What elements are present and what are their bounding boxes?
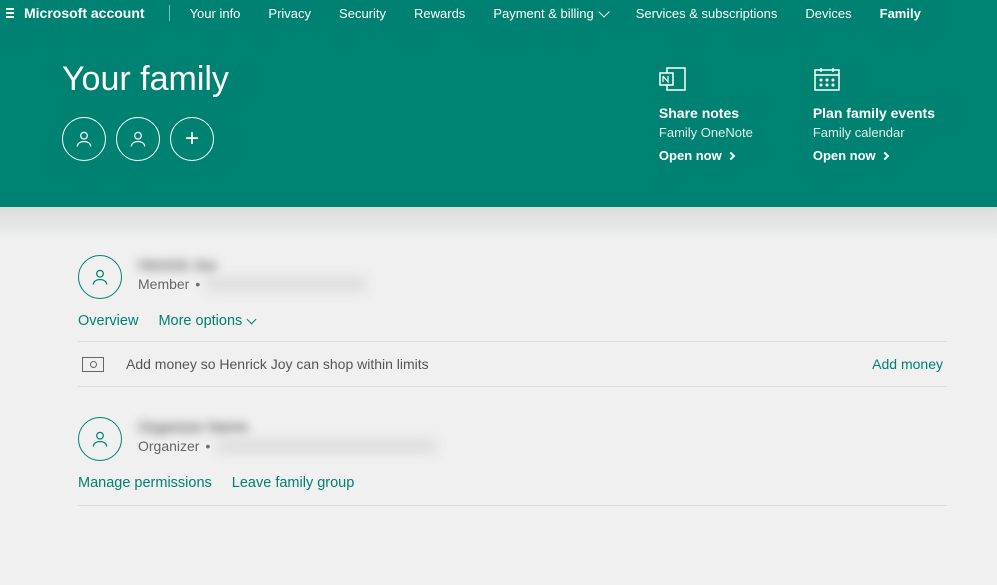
overview-link[interactable]: Overview — [78, 313, 138, 329]
family-avatars-row: + — [62, 117, 229, 161]
more-options-label: More options — [158, 313, 242, 329]
nav-family[interactable]: Family — [866, 6, 935, 21]
member-avatar — [78, 255, 122, 299]
member-name: Organizer Name — [138, 419, 436, 436]
money-icon — [82, 357, 104, 372]
member-info: Henrick Joy Member • — [138, 255, 366, 292]
menu-icon[interactable] — [6, 8, 14, 18]
promo-open-link[interactable]: Open now — [659, 148, 753, 163]
person-icon — [128, 129, 148, 149]
add-money-strip: Add money so Henrick Joy can shop within… — [78, 341, 947, 387]
onenote-icon — [659, 66, 687, 92]
chevron-right-icon — [727, 151, 735, 159]
manage-permissions-link[interactable]: Manage permissions — [78, 475, 212, 491]
chevron-down-icon — [247, 315, 257, 325]
member-role-line: Member • — [138, 276, 366, 292]
calendar-icon — [813, 66, 841, 92]
nav-your-info[interactable]: Your info — [176, 6, 255, 21]
chevron-down-icon — [598, 6, 609, 17]
add-family-member-button[interactable]: + — [170, 117, 214, 161]
nav-payment-label: Payment & billing — [493, 6, 593, 21]
strip-message: Add money so Henrick Joy can shop within… — [126, 356, 429, 372]
promo-share-notes: Share notes Family OneNote Open now — [659, 66, 753, 163]
bullet: • — [205, 438, 210, 454]
nav-rewards[interactable]: Rewards — [400, 6, 479, 21]
member-name: Henrick Joy — [138, 257, 366, 274]
chevron-right-icon — [880, 151, 888, 159]
promo-title: Share notes — [659, 105, 753, 121]
member-header: Henrick Joy Member • — [78, 255, 947, 299]
person-icon — [90, 267, 110, 287]
member-email-redacted — [206, 277, 366, 291]
family-member-avatar-1[interactable] — [62, 117, 106, 161]
promo-open-link[interactable]: Open now — [813, 148, 935, 163]
nav-divider — [169, 5, 170, 21]
member-info: Organizer Name Organizer • — [138, 417, 436, 454]
member-card: Organizer Name Organizer • Manage permis… — [78, 417, 947, 506]
hero-shadow — [0, 207, 997, 241]
member-email-redacted — [216, 439, 436, 453]
section-divider — [78, 505, 947, 506]
nav-security[interactable]: Security — [325, 6, 400, 21]
person-icon — [90, 429, 110, 449]
plus-icon: + — [185, 127, 199, 151]
nav-devices[interactable]: Devices — [791, 6, 865, 21]
nav-privacy[interactable]: Privacy — [254, 6, 325, 21]
promo-subtitle: Family calendar — [813, 125, 935, 140]
member-header: Organizer Name Organizer • — [78, 417, 947, 461]
promo-subtitle: Family OneNote — [659, 125, 753, 140]
member-avatar — [78, 417, 122, 461]
strip-left: Add money so Henrick Joy can shop within… — [82, 356, 429, 372]
member-card: Henrick Joy Member • Overview More optio… — [78, 255, 947, 387]
bullet: • — [195, 276, 200, 292]
page-title: Your family — [62, 60, 229, 99]
promo-open-label: Open now — [659, 148, 722, 163]
hero-left: Your family + — [62, 60, 229, 163]
content-area: Henrick Joy Member • Overview More optio… — [0, 241, 997, 506]
leave-family-link[interactable]: Leave family group — [232, 475, 355, 491]
member-role-label: Member — [138, 276, 189, 292]
family-member-avatar-2[interactable] — [116, 117, 160, 161]
promo-plan-events: Plan family events Family calendar Open … — [813, 66, 935, 163]
top-nav: Microsoft account Your info Privacy Secu… — [0, 0, 997, 26]
member-links: Overview More options — [78, 313, 947, 329]
member-role-line: Organizer • — [138, 438, 436, 454]
member-links: Manage permissions Leave family group — [78, 475, 947, 491]
promo-title: Plan family events — [813, 105, 935, 121]
more-options-link[interactable]: More options — [158, 313, 255, 329]
nav-services[interactable]: Services & subscriptions — [622, 6, 792, 21]
brand-label[interactable]: Microsoft account — [24, 5, 163, 21]
person-icon — [74, 129, 94, 149]
member-role-label: Organizer — [138, 438, 199, 454]
promo-open-label: Open now — [813, 148, 876, 163]
nav-payment-billing[interactable]: Payment & billing — [479, 6, 621, 21]
hero-section: Your family + Share notes Family OneNote… — [0, 26, 997, 207]
hero-promos: Share notes Family OneNote Open now Plan… — [659, 60, 935, 163]
add-money-link[interactable]: Add money — [872, 356, 943, 372]
